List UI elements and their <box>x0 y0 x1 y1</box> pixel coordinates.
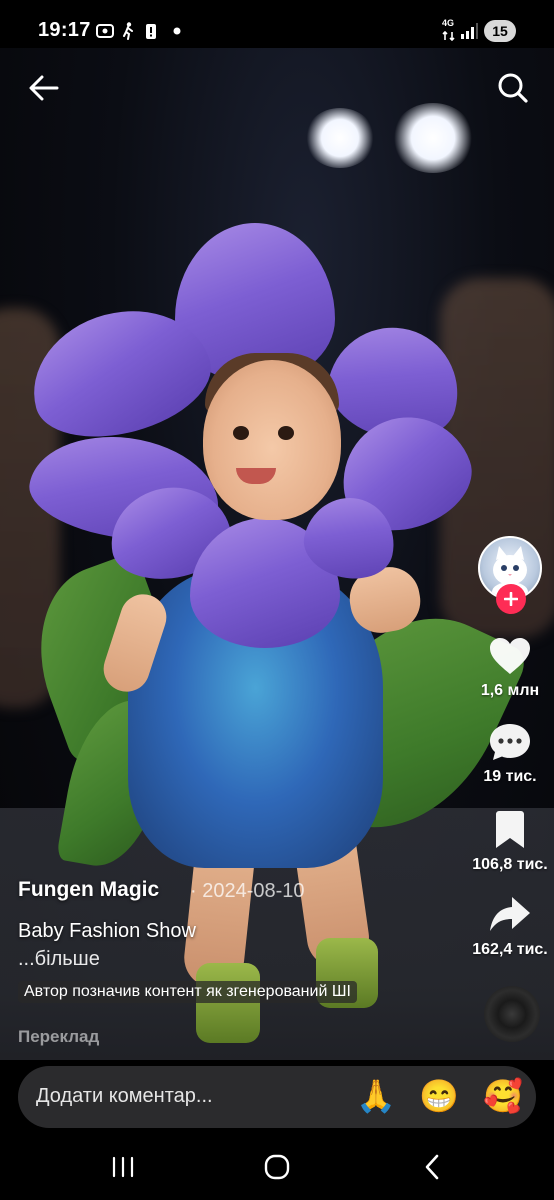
network-type: 4G <box>442 18 455 28</box>
video-caption: Baby Fashion Show <box>18 920 196 942</box>
screenshot-icon <box>95 22 115 40</box>
home-icon[interactable] <box>262 1152 292 1182</box>
music-disc[interactable] <box>484 986 540 1042</box>
like-count: 1,6 млн <box>480 682 540 699</box>
post-date: · 2024-08-10 <box>190 880 305 902</box>
comment-bubble-icon <box>490 724 530 760</box>
comment-button[interactable]: 19 тис. <box>468 722 552 786</box>
status-time: 19:17 <box>38 19 91 41</box>
follow-button[interactable] <box>496 584 526 614</box>
save-count: 106,8 тис. <box>472 856 548 873</box>
walking-icon <box>120 22 136 40</box>
like-button[interactable]: 1,6 млн <box>468 636 552 700</box>
plus-icon <box>504 592 518 606</box>
comment-input[interactable]: Додати коментар... <box>36 1085 213 1108</box>
more-link[interactable]: ...більше <box>18 948 100 971</box>
notification-dot-icon <box>172 22 182 40</box>
comment-count: 19 тис. <box>483 768 537 785</box>
arrow-left-icon[interactable] <box>26 70 62 106</box>
author-name[interactable]: Fungen Magic <box>18 878 159 902</box>
back-chevron-icon[interactable] <box>420 1152 444 1182</box>
pray-emoji-button[interactable]: 🙏 <box>356 1078 396 1114</box>
share-button[interactable]: 162,4 тис. <box>468 895 552 959</box>
bookmark-icon <box>496 811 524 848</box>
ai-generated-label: Автор позначив контент як згенерований Ш… <box>18 981 357 1003</box>
translate-link[interactable]: Переклад <box>18 1027 99 1047</box>
save-button[interactable]: 106,8 тис. <box>468 810 552 874</box>
data-arrows-icon <box>442 30 456 42</box>
signal-icon <box>460 22 478 40</box>
hearts-emoji-button[interactable]: 🥰 <box>483 1078 523 1114</box>
share-arrow-icon <box>490 897 530 931</box>
recents-icon[interactable] <box>108 1154 138 1180</box>
alert-icon <box>144 22 158 40</box>
search-icon[interactable] <box>495 70 531 106</box>
battery-indicator: 15 <box>484 20 516 42</box>
heart-icon <box>490 638 530 674</box>
grin-emoji-button[interactable]: 😁 <box>419 1078 459 1114</box>
share-count: 162,4 тис. <box>472 941 548 958</box>
